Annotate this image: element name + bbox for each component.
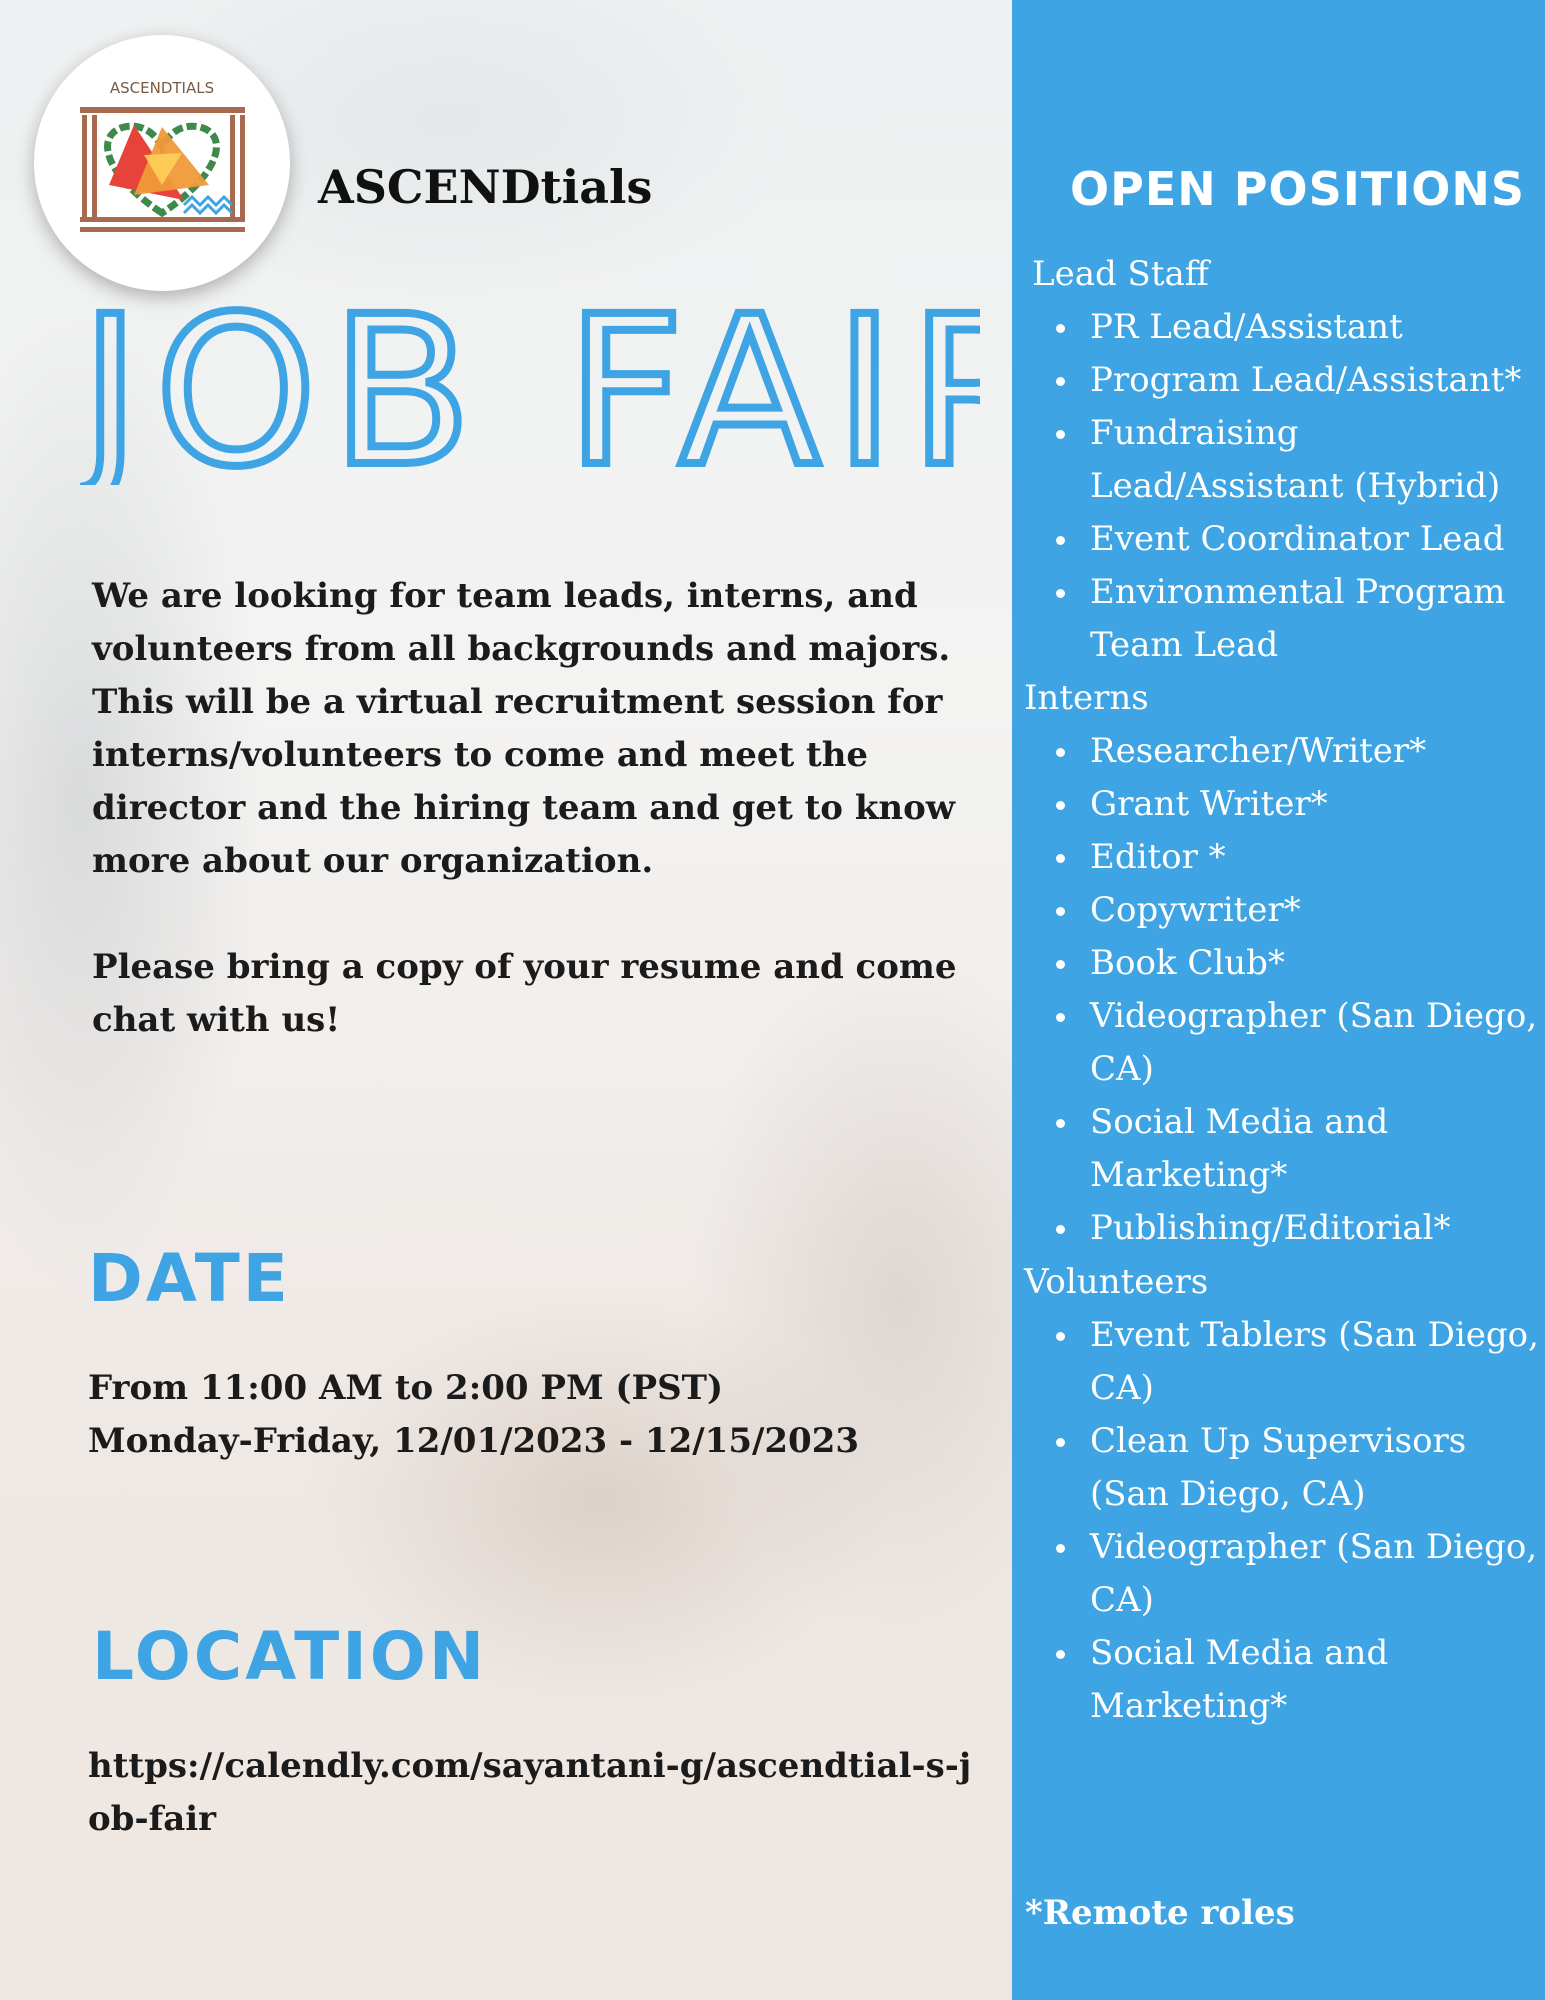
list-item: Book Club*: [1052, 937, 1542, 990]
location-link[interactable]: https://calendly.com/sayantani-g/ascendt…: [88, 1740, 988, 1846]
list-item: Publishing/Editorial*: [1052, 1202, 1542, 1255]
list-item: Environmental Program Team Lead: [1052, 566, 1542, 672]
volunteers-list: Event Tablers (San Diego, CA) Clean Up S…: [1052, 1309, 1542, 1733]
event-time: From 11:00 AM to 2:00 PM (PST): [88, 1368, 724, 1408]
list-item: Grant Writer*: [1052, 778, 1542, 831]
event-days: Monday-Friday, 12/01/2023 - 12/15/2023: [88, 1421, 860, 1461]
volunteers-label: Volunteers: [1024, 1262, 1209, 1302]
date-heading: DATE: [88, 1240, 291, 1317]
list-item: PR Lead/Assistant: [1052, 301, 1542, 354]
list-item: Fundraising Lead/Assistant (Hybrid): [1052, 407, 1542, 513]
list-item: Videographer (San Diego, CA): [1052, 1521, 1542, 1627]
open-positions-heading: OPEN POSITIONS: [1070, 162, 1526, 216]
logo: ASCENDTIALS: [34, 35, 290, 291]
resume-note: Please bring a copy of your resume and c…: [92, 947, 957, 1040]
interns-label: Interns: [1024, 678, 1149, 718]
list-item: Event Coordinator Lead: [1052, 513, 1542, 566]
location-heading: LOCATION: [92, 1618, 488, 1695]
list-item: Program Lead/Assistant*: [1052, 354, 1542, 407]
remote-roles-note: *Remote roles: [1025, 1893, 1295, 1933]
lead-staff-list: PR Lead/Assistant Program Lead/Assistant…: [1052, 301, 1542, 672]
intro-text: We are looking for team leads, interns, …: [92, 570, 972, 1047]
list-item: Videographer (San Diego, CA): [1052, 990, 1542, 1096]
interns-list: Researcher/Writer* Grant Writer* Editor …: [1052, 725, 1542, 1255]
logo-text: ASCENDTIALS: [110, 79, 214, 97]
list-item: Editor *: [1052, 831, 1542, 884]
list-item: Event Tablers (San Diego, CA): [1052, 1309, 1542, 1415]
intro-paragraph: We are looking for team leads, interns, …: [92, 576, 956, 881]
brand-name: ASCENDtials: [318, 160, 653, 214]
list-item: Clean Up Supervisors (San Diego, CA): [1052, 1415, 1542, 1521]
list-item: Researcher/Writer*: [1052, 725, 1542, 778]
page-title: JOB FAIR: [80, 285, 980, 485]
list-item: Social Media and Marketing*: [1052, 1627, 1542, 1733]
lead-staff-label: Lead Staff: [1032, 254, 1209, 294]
svg-text:JOB FAIR: JOB FAIR: [80, 285, 980, 485]
date-details: From 11:00 AM to 2:00 PM (PST) Monday-Fr…: [88, 1362, 859, 1468]
list-item: Social Media and Marketing*: [1052, 1096, 1542, 1202]
list-item: Copywriter*: [1052, 884, 1542, 937]
